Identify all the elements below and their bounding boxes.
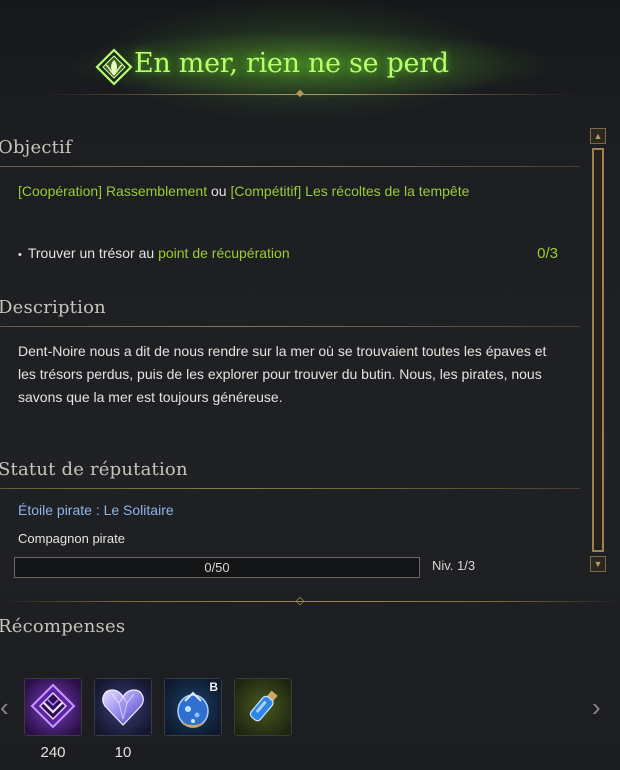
recovery-point-link[interactable]: point de récupération	[158, 245, 290, 261]
scroll-thumb[interactable]	[592, 148, 604, 552]
content-scrollbar[interactable]: ▲ ▼	[590, 128, 606, 572]
quest-title: En mer, rien ne se perd	[134, 48, 449, 79]
quest-panel: En mer, rien ne se perd ◆ Objectif [Coop…	[0, 0, 620, 770]
rewards-heading: Récompenses	[0, 616, 126, 637]
reputation-level: Niv. 1/3	[432, 558, 476, 573]
coop-objective-link[interactable]: [Coopération] Rassemblement	[18, 183, 207, 199]
chevron-left-icon[interactable]: ‹	[0, 692, 9, 722]
reputation-heading: Statut de réputation	[0, 459, 188, 480]
competitive-objective-link[interactable]: [Compétitif] Les récoltes de la tempête	[230, 183, 469, 199]
task-line: • Trouver un trésor au point de récupérat…	[18, 242, 558, 267]
scroll-down-button[interactable]: ▼	[590, 556, 606, 572]
quest-diamond-icon	[95, 48, 133, 86]
reward-count: 240	[40, 744, 66, 761]
chevron-right-icon[interactable]: ›	[592, 692, 601, 722]
reputation-faction[interactable]: Étoile pirate : Le Solitaire	[18, 502, 174, 518]
reward-grade: B	[209, 680, 218, 694]
task-prefix: Trouver un trésor au	[27, 245, 159, 261]
reward-slot[interactable]	[94, 678, 152, 736]
header-ornament-icon: ◆	[296, 88, 304, 99]
divider-ornament-icon: ◇	[295, 595, 305, 607]
reward-slot[interactable]: B	[164, 678, 222, 736]
reputation-progress-bar: 0/50	[14, 557, 420, 578]
blue-potion-vial-icon	[235, 679, 291, 735]
objective-rule	[0, 166, 580, 167]
objective-connector: ou	[207, 183, 231, 199]
reward-slot[interactable]	[234, 678, 292, 736]
objective-heading: Objectif	[0, 137, 72, 158]
objective-line: [Coopération] Rassemblement ou [Compétit…	[18, 180, 558, 203]
triangle-up-icon: ▲	[593, 131, 603, 141]
reputation-progress-text: 0/50	[204, 560, 230, 575]
task-bullet: •	[18, 249, 22, 261]
header-divider	[40, 94, 580, 95]
reward-slot[interactable]	[24, 678, 82, 736]
quest-header: En mer, rien ne se perd ◆	[0, 0, 620, 110]
reputation-rank: Compagnon pirate	[18, 531, 125, 546]
description-rule	[0, 326, 580, 327]
reward-count: 10	[114, 744, 132, 761]
crystal-heart-icon	[95, 679, 151, 735]
description-heading: Description	[0, 297, 106, 318]
triangle-down-icon: ▼	[593, 559, 603, 569]
purple-crest-emblem-icon	[25, 679, 81, 735]
task-progress: 0/3	[537, 245, 558, 262]
scroll-up-button[interactable]: ▲	[590, 128, 606, 144]
rewards-divider	[0, 601, 620, 602]
reputation-rule	[0, 488, 580, 489]
description-text: Dent-Noire nous a dit de nous rendre sur…	[18, 343, 547, 405]
